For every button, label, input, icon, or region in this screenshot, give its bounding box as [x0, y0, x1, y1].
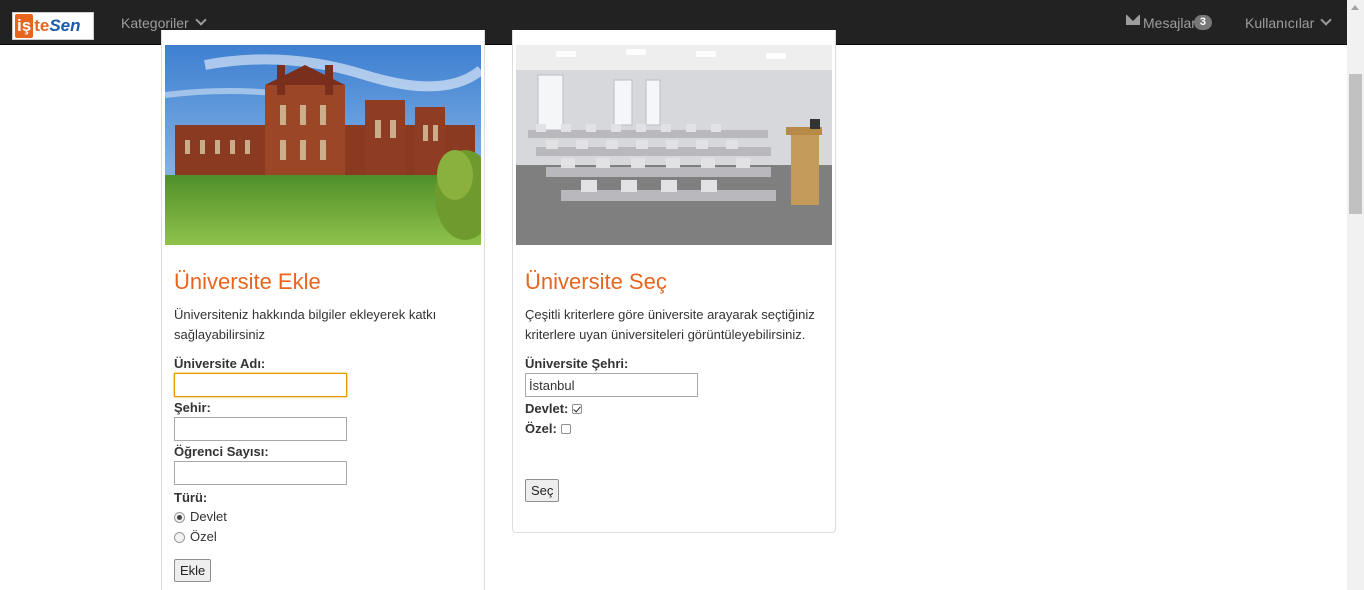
select-university-panel: Üniversite Seç Çeşitli kriterlere göre ü…: [512, 30, 836, 533]
university-city-label: Üniversite Şehri:: [525, 356, 629, 371]
university-name-input[interactable]: [174, 373, 347, 397]
private-filter[interactable]: Özel:: [525, 419, 825, 439]
state-checkbox[interactable]: [572, 404, 583, 414]
university-name-label: Üniversite Adı:: [174, 356, 266, 371]
university-building-image: [165, 45, 481, 245]
add-university-title: Üniversite Ekle: [174, 269, 321, 294]
logo-part-1: iş: [15, 14, 34, 38]
chevron-down-icon: [1320, 14, 1332, 26]
select-university-form: Üniversite Seç Çeşitli kriterlere göre ü…: [525, 267, 825, 502]
state-filter[interactable]: Devlet:: [525, 399, 825, 419]
nav-messages-link[interactable]: Mesajlar 3: [1126, 0, 1213, 45]
nav-messages-label: Mesajlar: [1143, 14, 1196, 31]
classroom-image: [516, 45, 832, 245]
type-label: Türü:: [174, 490, 208, 505]
city-label: Şehir:: [174, 400, 211, 415]
private-checkbox[interactable]: [560, 424, 571, 434]
type-option-private-label: Özel: [190, 529, 217, 544]
type-option-state-label: Devlet: [190, 509, 227, 524]
add-university-form: Üniversite Ekle Üniversiteniz hakkında b…: [174, 267, 474, 582]
university-city-input[interactable]: [525, 373, 698, 397]
add-button[interactable]: Ekle: [174, 559, 212, 582]
add-university-panel: Üniversite Ekle Üniversiteniz hakkında b…: [161, 30, 485, 590]
select-university-description: Çeşitli kriterlere göre üniversite araya…: [525, 307, 815, 342]
nav-users-label: Kullanıcılar: [1245, 14, 1315, 31]
private-filter-label: Özel:: [525, 421, 557, 436]
nav-users-dropdown[interactable]: Kullanıcılar: [1245, 0, 1332, 45]
select-university-title: Üniversite Seç: [525, 269, 667, 294]
chevron-down-icon: [195, 14, 207, 26]
scroll-up-arrow-icon[interactable]: [1351, 5, 1359, 10]
select-button[interactable]: Seç: [525, 479, 560, 502]
type-option-private[interactable]: Özel: [174, 527, 474, 547]
logo-part-2: te: [34, 16, 50, 35]
logo-part-3: Sen: [49, 16, 81, 35]
student-count-input[interactable]: [174, 461, 347, 485]
student-count-label: Öğrenci Sayısı:: [174, 444, 269, 459]
page-scrollbar[interactable]: [1347, 0, 1364, 590]
add-university-description: Üniversiteniz hakkında bilgiler ekleyere…: [174, 307, 437, 342]
state-filter-label: Devlet:: [525, 401, 569, 416]
type-option-state[interactable]: Devlet: [174, 507, 474, 527]
site-logo[interactable]: iş te Sen: [12, 12, 94, 40]
radio-private[interactable]: [174, 531, 185, 543]
city-input[interactable]: [174, 417, 347, 441]
radio-state[interactable]: [174, 511, 185, 523]
scroll-thumb[interactable]: [1349, 74, 1362, 214]
messages-count-badge: 3: [1193, 15, 1213, 30]
envelope-icon: [1126, 14, 1140, 25]
